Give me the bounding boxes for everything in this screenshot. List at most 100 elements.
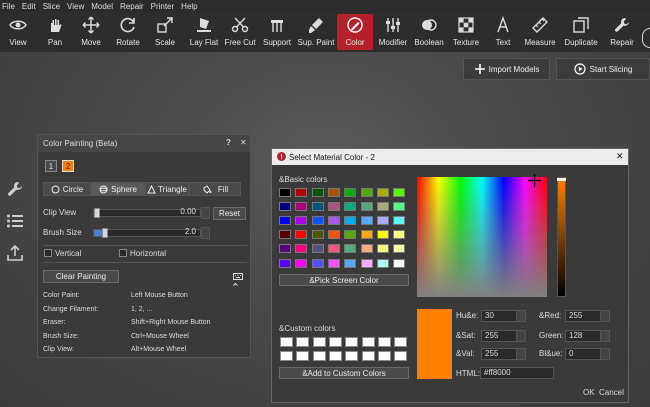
basic-color-swatch[interactable] <box>295 244 308 254</box>
clear-painting-button[interactable]: Clear Painting <box>43 270 119 283</box>
menu-slice[interactable]: Slice <box>43 2 60 11</box>
tool-overflow-icon[interactable] <box>642 28 650 48</box>
green-spinbox[interactable]: 128 <box>565 330 610 342</box>
custom-color-swatch[interactable] <box>345 337 359 347</box>
basic-color-swatch[interactable] <box>344 202 357 212</box>
custom-color-swatch[interactable] <box>361 351 375 361</box>
basic-color-swatch[interactable] <box>360 258 373 268</box>
clip-view-value[interactable]: 0.00 <box>174 207 198 219</box>
green-spin-arrows[interactable] <box>600 331 609 341</box>
horizontal-checkbox[interactable] <box>119 249 127 257</box>
tool-modifier[interactable]: Modifier <box>376 14 410 50</box>
basic-color-swatch[interactable] <box>344 188 357 197</box>
basic-color-swatch[interactable] <box>311 202 324 212</box>
basic-color-swatch[interactable] <box>360 244 373 254</box>
basic-color-swatch[interactable] <box>311 244 324 254</box>
tool-text[interactable]: Text <box>490 14 516 50</box>
triangle-button[interactable]: Triangle <box>145 182 189 196</box>
clip-view-slider-knob[interactable] <box>94 208 100 218</box>
basic-color-swatch[interactable] <box>279 244 291 254</box>
tool-texture[interactable]: Texture <box>449 14 483 50</box>
basic-color-swatch[interactable] <box>311 188 324 197</box>
export-side-button[interactable] <box>4 242 26 264</box>
help-button[interactable]: ? <box>226 138 231 147</box>
custom-color-swatch[interactable] <box>394 351 408 361</box>
tool-sup-paint[interactable]: Sup. Paint <box>296 14 336 50</box>
brush-size-value[interactable]: 2.0 <box>174 227 198 239</box>
tool-scale[interactable]: Scale <box>151 14 179 50</box>
brush-size-slider-knob[interactable] <box>102 228 108 238</box>
circle-button[interactable]: Circle <box>43 182 91 196</box>
tool-duplicate[interactable]: Duplicate <box>561 14 601 50</box>
brush-size-spinner[interactable] <box>201 227 210 239</box>
filament-1-button[interactable]: 1 <box>45 160 57 172</box>
sphere-button[interactable]: Sphere <box>91 182 145 196</box>
red-spinbox[interactable]: 255 <box>565 310 610 322</box>
menu-repair[interactable]: Repair <box>120 2 144 11</box>
tool-support[interactable]: Support <box>259 14 295 50</box>
val-spinbox[interactable]: 255 <box>481 348 526 360</box>
hue-spin-arrows[interactable] <box>516 311 525 321</box>
basic-color-swatch[interactable] <box>376 244 389 254</box>
basic-color-swatch[interactable] <box>295 230 308 240</box>
keyboard-shortcuts-toggle[interactable] <box>233 273 249 286</box>
menu-file[interactable]: File <box>2 2 15 11</box>
basic-color-swatch[interactable] <box>376 216 389 226</box>
basic-color-swatch[interactable] <box>393 244 406 254</box>
pick-screen-color-button[interactable]: &Pick Screen Color <box>279 274 409 286</box>
basic-color-swatch[interactable] <box>279 216 291 226</box>
start-slicing-button[interactable]: Start Slicing <box>556 58 650 80</box>
basic-color-swatch[interactable] <box>327 244 340 254</box>
filament-2-button[interactable]: 2 <box>62 160 74 172</box>
wrench-side-button[interactable] <box>4 178 26 200</box>
basic-color-swatch[interactable] <box>311 216 324 226</box>
basic-color-swatch[interactable] <box>360 216 373 226</box>
value-slider-handle[interactable] <box>557 178 566 181</box>
vertical-checkbox[interactable] <box>44 249 52 257</box>
cancel-button[interactable]: Cancel <box>599 388 624 397</box>
add-to-custom-colors-button[interactable]: &Add to Custom Colors <box>279 367 409 379</box>
custom-color-swatch[interactable] <box>394 337 408 347</box>
close-icon[interactable]: ✕ <box>240 138 247 147</box>
basic-color-swatch[interactable] <box>279 230 291 240</box>
custom-color-swatch[interactable] <box>377 337 391 347</box>
tool-measure[interactable]: Measure <box>522 14 558 50</box>
ok-button[interactable]: OK <box>583 388 595 397</box>
custom-color-swatch[interactable] <box>345 351 359 361</box>
basic-color-swatch[interactable] <box>393 230 406 240</box>
menu-view[interactable]: View <box>67 2 84 11</box>
basic-color-swatch[interactable] <box>311 230 324 240</box>
basic-color-swatch[interactable] <box>376 258 389 268</box>
red-spin-arrows[interactable] <box>600 311 609 321</box>
tool-color[interactable]: Color <box>337 14 373 50</box>
basic-color-swatch[interactable] <box>393 202 406 212</box>
custom-color-swatch[interactable] <box>328 337 342 347</box>
blue-spinbox[interactable]: 0 <box>565 348 610 360</box>
basic-color-swatch[interactable] <box>295 216 308 226</box>
menu-model[interactable]: Model <box>91 2 113 11</box>
basic-color-swatch[interactable] <box>393 188 406 197</box>
menu-help[interactable]: Help <box>181 2 197 11</box>
tool-pan[interactable]: Pan <box>42 14 68 50</box>
menu-printer[interactable]: Printer <box>151 2 175 11</box>
basic-color-swatch[interactable] <box>344 230 357 240</box>
custom-color-swatch[interactable] <box>296 351 310 361</box>
tool-move[interactable]: Move <box>76 14 106 50</box>
value-slider[interactable] <box>557 177 566 297</box>
sat-spinbox[interactable]: 255 <box>481 330 526 342</box>
tool-repair[interactable]: Repair <box>605 14 639 50</box>
basic-color-swatch[interactable] <box>279 258 291 268</box>
basic-color-swatch[interactable] <box>311 258 324 268</box>
basic-color-swatch[interactable] <box>279 202 291 212</box>
val-spin-arrows[interactable] <box>516 349 525 359</box>
dialog-close-icon[interactable]: ✕ <box>616 151 624 162</box>
basic-color-swatch[interactable] <box>344 216 357 226</box>
custom-color-swatch[interactable] <box>377 351 391 361</box>
tool-lay-flat[interactable]: Lay Flat <box>186 14 222 50</box>
blue-spin-arrows[interactable] <box>600 349 609 359</box>
tool-free-cut[interactable]: Free Cut <box>223 14 257 50</box>
basic-color-swatch[interactable] <box>360 202 373 212</box>
reset-button[interactable]: Reset <box>213 207 246 220</box>
basic-color-swatch[interactable] <box>376 230 389 240</box>
basic-color-swatch[interactable] <box>360 188 373 197</box>
